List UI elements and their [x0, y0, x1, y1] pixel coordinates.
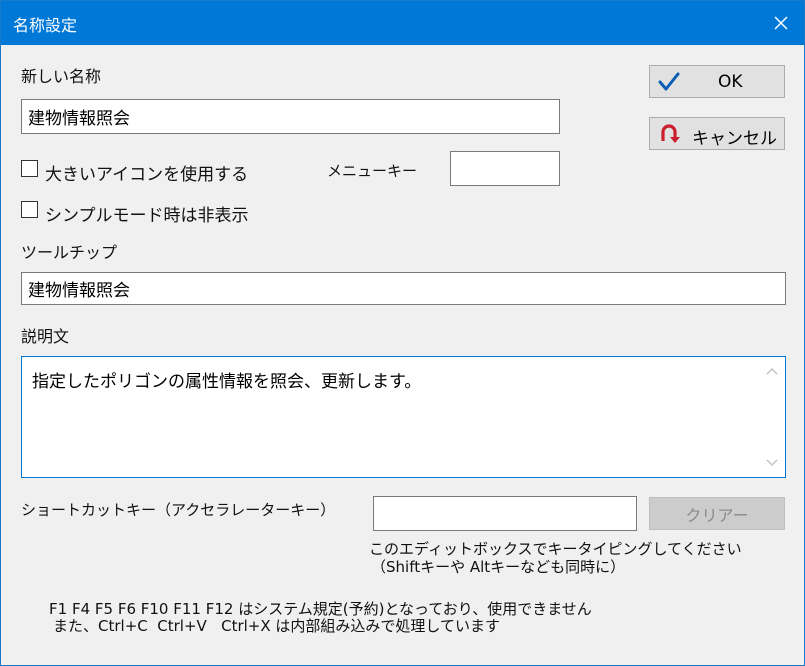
menu-key-input[interactable]: [450, 151, 560, 186]
cancel-button[interactable]: キャンセル: [649, 117, 785, 150]
large-icon-label: 大きいアイコンを使用する: [45, 165, 249, 185]
scroll-down-icon[interactable]: [766, 459, 778, 467]
close-button[interactable]: [758, 1, 804, 45]
shortcut-label: ショートカットキー（アクセラレーターキー）: [21, 501, 336, 519]
ok-button[interactable]: OK: [649, 65, 785, 98]
name-settings-dialog: 名称設定 新しい名称 建物情報照会 OK キャンセル 大きいアイコンを使用する …: [0, 0, 805, 666]
close-icon: [774, 16, 788, 30]
checkmark-icon: [658, 72, 680, 91]
menu-key-label: メニューキー: [327, 162, 418, 180]
large-icon-checkbox[interactable]: [21, 160, 38, 177]
title-bar: 名称設定: [1, 1, 804, 45]
description-scrollbar[interactable]: [760, 357, 785, 477]
ok-button-label: OK: [718, 72, 743, 92]
description-label: 説明文: [21, 327, 70, 346]
scroll-up-icon[interactable]: [766, 367, 778, 375]
new-name-input[interactable]: 建物情報照会: [21, 99, 560, 134]
cancel-button-label: キャンセル: [692, 129, 777, 149]
tooltip-label: ツールチップ: [21, 243, 118, 262]
simple-mode-hide-label: シンプルモード時は非表示: [45, 206, 249, 226]
simple-mode-hide-checkbox[interactable]: [21, 201, 38, 218]
new-name-label: 新しい名称: [21, 67, 102, 86]
clear-button[interactable]: クリアー: [649, 497, 785, 530]
undo-arrow-icon: [661, 124, 680, 143]
description-text: 指定したポリゴンの属性情報を照会、更新します。: [32, 372, 422, 392]
shortcut-hint-line2: （Shiftキーや Altキーなども同時に）: [371, 558, 626, 576]
window-title: 名称設定: [13, 16, 78, 35]
tooltip-input[interactable]: 建物情報照会: [21, 272, 786, 305]
shortcut-input[interactable]: [373, 496, 637, 531]
description-textarea[interactable]: 指定したポリゴンの属性情報を照会、更新します。: [21, 356, 786, 478]
internal-keys-note: また、Ctrl+C Ctrl+V Ctrl+X は内部組み込みで処理しています: [53, 617, 500, 635]
